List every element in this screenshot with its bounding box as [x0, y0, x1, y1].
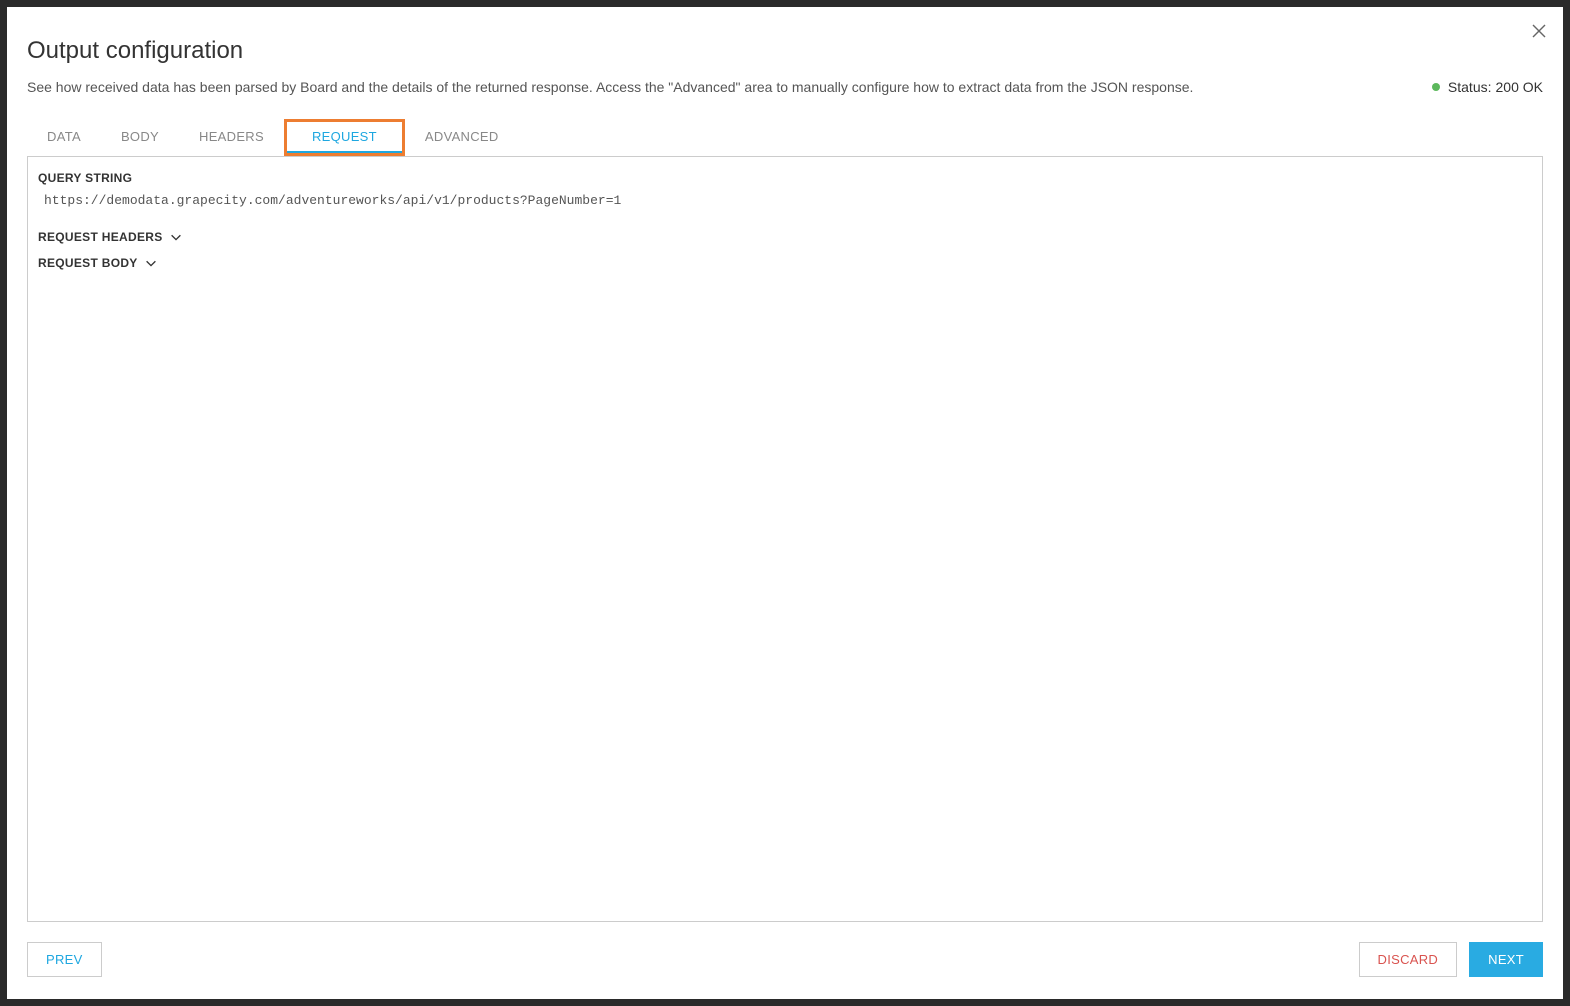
discard-button[interactable]: DISCARD [1359, 942, 1458, 977]
prev-button[interactable]: PREV [27, 942, 102, 977]
request-headers-toggle[interactable]: REQUEST HEADERS [38, 230, 1532, 244]
query-string-value: https://demodata.grapecity.com/adventure… [38, 193, 1532, 208]
request-panel: QUERY STRING https://demodata.grapecity.… [27, 156, 1543, 922]
output-configuration-modal: Output configuration See how received da… [7, 7, 1563, 999]
tabs-bar: DATA BODY HEADERS REQUEST ADVANCED [7, 95, 1563, 156]
status-dot-icon [1432, 83, 1440, 91]
tab-advanced[interactable]: ADVANCED [405, 119, 519, 156]
query-string-label: QUERY STRING [38, 171, 1532, 185]
close-button[interactable] [1527, 19, 1551, 43]
request-body-toggle[interactable]: REQUEST BODY [38, 256, 1532, 270]
footer-right-group: DISCARD NEXT [1359, 942, 1543, 977]
request-headers-label: REQUEST HEADERS [38, 230, 163, 244]
chevron-down-icon [169, 230, 183, 244]
tab-data[interactable]: DATA [27, 119, 101, 156]
status-label: Status: [1448, 79, 1492, 95]
tab-headers[interactable]: HEADERS [179, 119, 284, 156]
page-title: Output configuration [27, 37, 1543, 65]
modal-header: Output configuration See how received da… [7, 7, 1563, 95]
chevron-down-icon [144, 256, 158, 270]
tab-request[interactable]: REQUEST [284, 119, 405, 156]
request-body-label: REQUEST BODY [38, 256, 138, 270]
modal-footer: PREV DISCARD NEXT [7, 942, 1563, 999]
next-button[interactable]: NEXT [1469, 942, 1543, 977]
subtitle-row: See how received data has been parsed by… [27, 79, 1543, 95]
status-value: 200 OK [1496, 79, 1543, 95]
close-icon [1531, 23, 1547, 39]
tab-body[interactable]: BODY [101, 119, 179, 156]
status-indicator: Status: 200 OK [1432, 79, 1543, 95]
page-subtitle: See how received data has been parsed by… [27, 79, 1193, 95]
